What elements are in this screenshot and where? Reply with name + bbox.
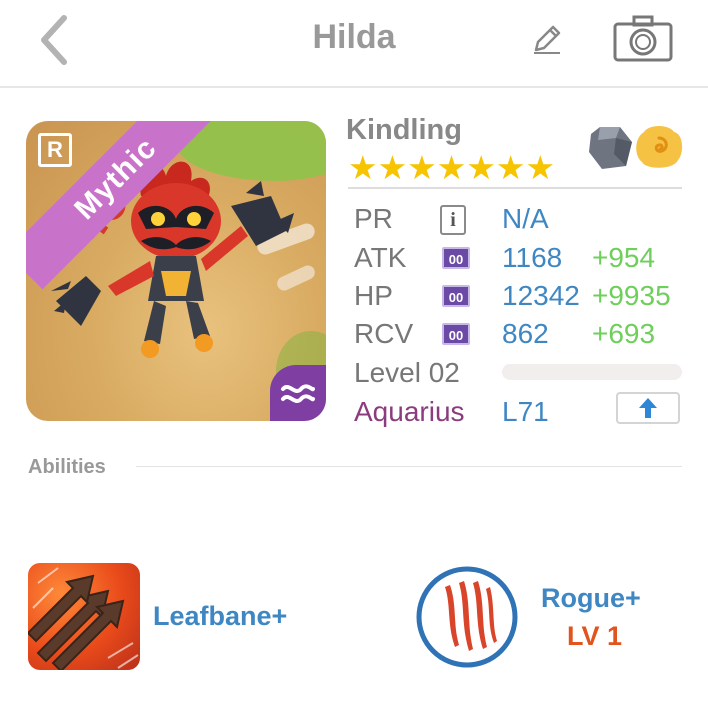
- stat-label: PR: [354, 203, 393, 234]
- page-title: Hilda: [312, 18, 396, 56]
- stat-label: RCV: [354, 318, 414, 349]
- gray-stone-icon: [589, 127, 632, 169]
- xp-progress-bar: [502, 364, 682, 380]
- level-label: Level 02: [354, 357, 460, 388]
- stat-value: 1168: [502, 242, 563, 273]
- stat-bonus: +954: [592, 242, 656, 273]
- rarity-letter-badge: R: [38, 133, 72, 167]
- pencil-icon: [534, 25, 561, 54]
- stat-bonus: +693: [592, 318, 656, 349]
- edit-button[interactable]: [530, 22, 564, 56]
- creature-portrait[interactable]: Mythic R: [26, 121, 326, 421]
- ability-name[interactable]: Rogue+: [541, 583, 641, 614]
- stat-bonus: +9935: [592, 280, 671, 311]
- ability-level: LV 1: [567, 621, 623, 651]
- gold-swirl-icon: [636, 126, 683, 168]
- divider: [136, 466, 682, 467]
- zodiac-sign-label: Aquarius: [354, 396, 465, 427]
- camera-icon: [613, 15, 673, 62]
- camera-button[interactable]: [612, 14, 674, 64]
- plus-value-chip[interactable]: 00: [442, 285, 470, 307]
- star-icons: ★★★★★★★: [348, 149, 556, 186]
- ability-rogue-icon[interactable]: [415, 565, 519, 669]
- stat-label: ATK: [354, 242, 407, 273]
- stat-label: HP: [354, 280, 393, 311]
- stat-value: N/A: [502, 203, 549, 234]
- up-arrow-icon: [639, 398, 657, 418]
- ability-leafbane-icon[interactable]: [28, 563, 140, 670]
- info-icon[interactable]: i: [440, 205, 466, 235]
- triple-arrows-icon: [28, 567, 139, 670]
- water-waves-icon: [281, 384, 315, 403]
- abilities-heading: Abilities: [28, 456, 106, 478]
- creature-name: Kindling: [346, 114, 462, 146]
- divider: [348, 187, 682, 189]
- stat-value: 12342: [502, 280, 580, 311]
- sign-level: L71: [502, 396, 549, 427]
- stat-value: 862: [502, 318, 549, 349]
- claw-marks-icon: [416, 566, 518, 668]
- element-badge: [270, 365, 326, 421]
- plus-value-chip[interactable]: 00: [442, 323, 470, 345]
- upgrade-button[interactable]: [616, 392, 680, 424]
- star-rating: ★★★★★★★: [348, 149, 556, 186]
- top-bar: Hilda: [0, 0, 708, 88]
- ability-name[interactable]: Leafbane+: [153, 601, 287, 632]
- plus-value-chip[interactable]: 00: [442, 247, 470, 269]
